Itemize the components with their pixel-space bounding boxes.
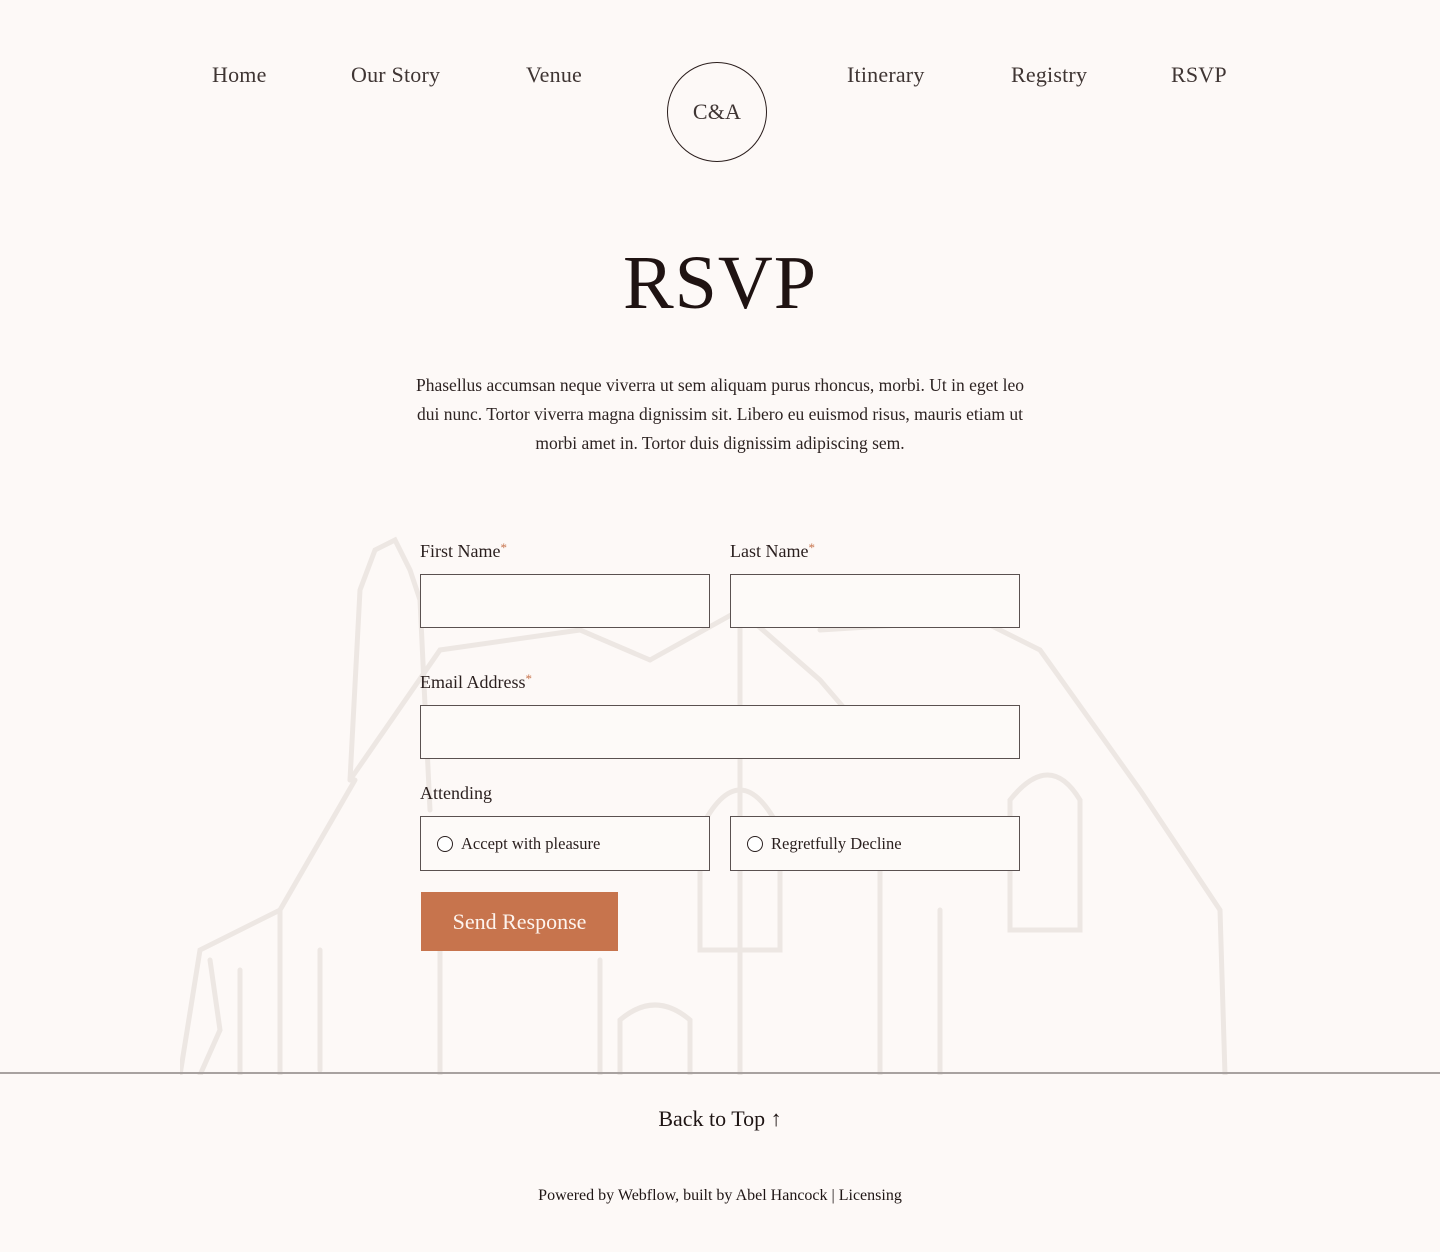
footer-separator: | <box>831 1187 835 1204</box>
built-by-text: , built by <box>675 1187 733 1204</box>
first-name-label-text: First Name <box>420 541 501 561</box>
first-name-input[interactable] <box>420 574 710 628</box>
footer-credits: Powered by Webflow, built by Abel Hancoc… <box>0 1187 1440 1205</box>
radio-decline[interactable]: Regretfully Decline <box>730 816 1020 871</box>
required-asterisk: * <box>525 671 533 686</box>
back-to-top-link[interactable]: Back to Top ↑ <box>0 1106 1440 1132</box>
arrow-up-icon: ↑ <box>770 1106 782 1131</box>
licensing-link[interactable]: Licensing <box>839 1187 902 1204</box>
radio-circle-icon[interactable] <box>437 835 453 852</box>
author-link[interactable]: Abel Hancock <box>736 1187 828 1204</box>
email-input[interactable] <box>420 705 1020 759</box>
first-name-label: First Name* <box>420 540 508 562</box>
nav-rsvp[interactable]: RSVP <box>1171 62 1227 88</box>
church-sketch-illustration <box>180 536 1228 1075</box>
nav-our-story[interactable]: Our Story <box>351 62 440 88</box>
radio-accept-label: Accept with pleasure <box>461 833 601 853</box>
last-name-label-text: Last Name <box>730 541 809 561</box>
required-asterisk: * <box>808 540 815 555</box>
main-nav: Home Our Story Venue C&A Itinerary Regis… <box>0 0 1440 162</box>
radio-circle-icon[interactable] <box>747 835 763 852</box>
attending-label: Attending <box>420 783 492 803</box>
nav-itinerary[interactable]: Itinerary <box>847 62 925 88</box>
logo-monogram[interactable]: C&A <box>667 62 767 162</box>
footer-divider <box>0 1072 1440 1074</box>
intro-paragraph: Phasellus accumsan neque viverra ut sem … <box>416 375 1024 453</box>
nav-venue[interactable]: Venue <box>526 62 582 88</box>
back-to-top-label: Back to Top <box>658 1106 766 1131</box>
nav-home[interactable]: Home <box>212 62 267 88</box>
last-name-input[interactable] <box>730 574 1020 628</box>
radio-accept[interactable]: Accept with pleasure <box>420 816 710 871</box>
webflow-link[interactable]: Webflow <box>618 1187 675 1204</box>
sketch-door <box>617 1002 693 1075</box>
page-title: RSVP <box>622 241 818 325</box>
required-asterisk: * <box>500 540 508 555</box>
powered-by-text: Powered by <box>538 1187 615 1204</box>
send-response-button[interactable]: Send Response <box>421 892 618 951</box>
last-name-label: Last Name* <box>730 540 815 562</box>
radio-decline-label: Regretfully Decline <box>771 833 902 853</box>
nav-registry[interactable]: Registry <box>1011 62 1087 88</box>
email-label: Email Address* <box>420 671 533 693</box>
sketch-tower <box>347 536 433 813</box>
email-label-text: Email Address <box>420 672 526 692</box>
sketch-window-right <box>1007 772 1083 933</box>
sketch-left-figure <box>197 957 243 1075</box>
